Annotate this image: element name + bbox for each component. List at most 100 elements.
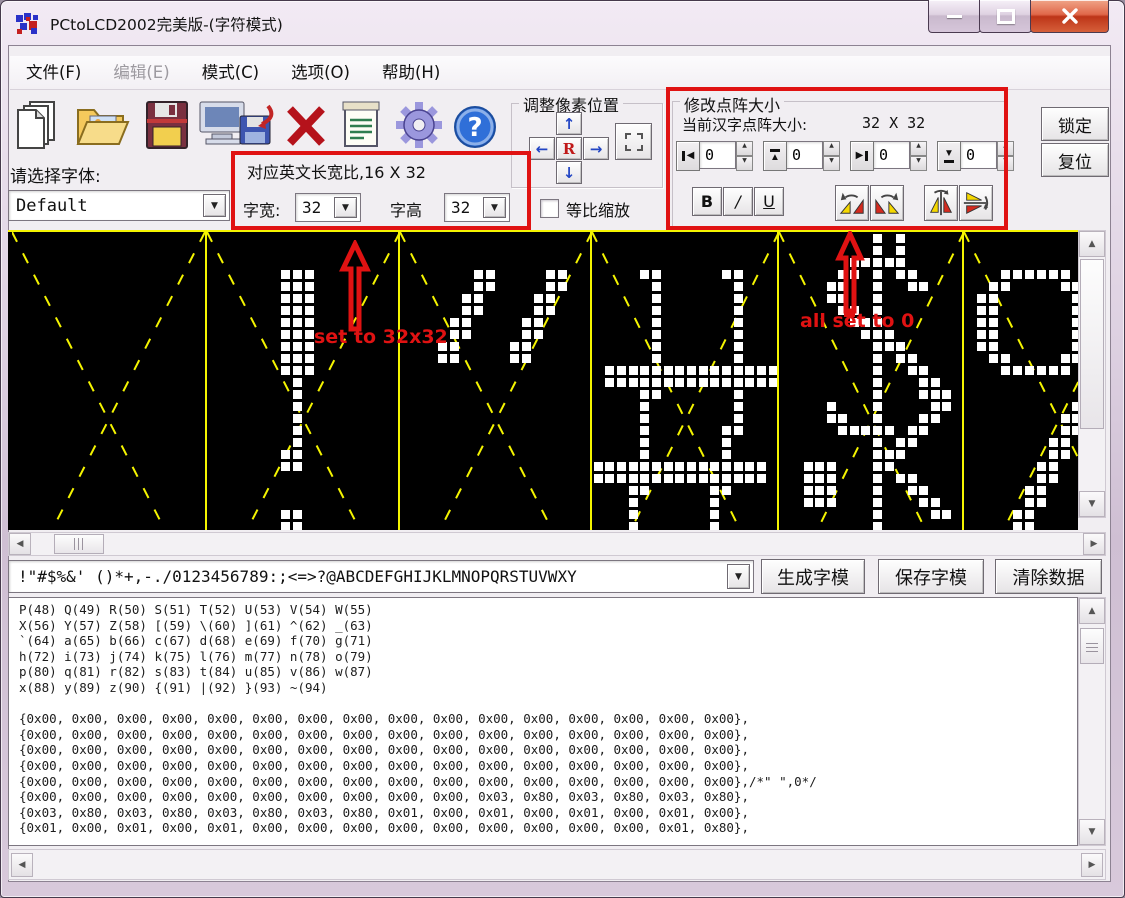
menu-item[interactable]: 编辑(E): [97, 57, 185, 89]
center-glyph-button[interactable]: [615, 123, 652, 160]
save-button-toolbar[interactable]: [144, 100, 190, 150]
edge-bottom-icon: ▼: [944, 149, 954, 163]
italic-button[interactable]: /: [723, 187, 753, 216]
char-width-arrow[interactable]: ▼: [334, 197, 357, 218]
matrix-right-spinner[interactable]: ▲▼: [910, 141, 927, 171]
matrix-bottom-spinner[interactable]: ▲▼: [997, 141, 1014, 171]
preview-pane[interactable]: [398, 232, 592, 530]
menu-item[interactable]: 帮助(H): [366, 57, 456, 89]
flip-horizontal-icon: [962, 189, 990, 217]
maximize-button[interactable]: [979, 0, 1032, 33]
output-vscroll-thumb[interactable]: [1080, 628, 1104, 664]
lock-button[interactable]: 锁定: [1041, 107, 1109, 141]
preview-vscroll-thumb[interactable]: [1080, 259, 1104, 429]
preview-hscrollbar[interactable]: ◀ ▶: [8, 532, 1106, 556]
open-file-button[interactable]: [74, 98, 132, 152]
preview-pane[interactable]: [12, 232, 205, 530]
preview-scroll-left-button[interactable]: ◀: [9, 533, 31, 555]
move-left-button[interactable]: ←: [529, 137, 555, 160]
char-height-label: 字高: [390, 197, 422, 221]
export-save-icon: [198, 98, 274, 152]
reset-button[interactable]: 复位: [1041, 143, 1109, 177]
bold-button[interactable]: B: [692, 187, 722, 216]
char-height-arrow[interactable]: ▼: [483, 197, 506, 218]
spin-up-icon[interactable]: ▲: [997, 141, 1014, 156]
spin-up-icon[interactable]: ▲: [823, 141, 840, 156]
settings-button[interactable]: [392, 98, 446, 152]
font-combo-arrow[interactable]: ▼: [203, 194, 226, 217]
spin-down-icon[interactable]: ▼: [736, 156, 753, 171]
charset-combo-arrow[interactable]: ▼: [727, 564, 750, 589]
spin-down-icon[interactable]: ▼: [823, 156, 840, 171]
preview-pane[interactable]: [777, 232, 964, 530]
output-hscrollbar[interactable]: ◀ ▶: [8, 849, 1106, 880]
preview-pane[interactable]: [962, 232, 1078, 530]
help-button[interactable]: ?: [452, 104, 498, 150]
output-vscrollbar[interactable]: ▲ ▼: [1078, 597, 1106, 846]
menu-item[interactable]: 文件(F): [10, 57, 97, 89]
arrow-left-icon: ←: [536, 140, 549, 158]
size-note-label: set to 32x32: [314, 326, 448, 348]
text-view-button[interactable]: [340, 100, 382, 150]
matrix-left-edge-button[interactable]: ◀: [676, 141, 700, 171]
underline-button[interactable]: U: [754, 187, 784, 216]
charset-combo[interactable]: !"#$%&' ()*+,-./0123456789:;<=>?@ABCDEFG…: [8, 560, 754, 593]
settings-gear-icon: [392, 98, 446, 152]
preview-scroll-right-button[interactable]: ▶: [1083, 533, 1105, 555]
spin-up-icon[interactable]: ▲: [736, 141, 753, 156]
minimize-button[interactable]: [928, 0, 981, 33]
reset-label: 复位: [1058, 148, 1092, 173]
flip-horizontal-button[interactable]: [959, 185, 993, 221]
scale-checkbox[interactable]: [540, 199, 559, 218]
underline-label: U: [763, 192, 775, 211]
save-dotmatrix-label: 保存字模: [895, 564, 967, 590]
matrix-right-edge-button[interactable]: ▶: [850, 141, 874, 171]
rotate-right-button[interactable]: [870, 185, 904, 221]
new-file-button[interactable]: [12, 98, 66, 152]
menu-item[interactable]: 选项(O): [275, 57, 366, 89]
matrix-top-spinner[interactable]: ▲▼: [823, 141, 840, 171]
matrix-right-value[interactable]: 0: [874, 141, 910, 169]
matrix-current-label: 当前汉字点阵大小:: [682, 114, 807, 135]
spin-down-icon[interactable]: ▼: [997, 156, 1014, 171]
reset-position-button[interactable]: R: [556, 137, 582, 160]
output-scroll-left-button[interactable]: ◀: [11, 853, 33, 877]
matrix-bottom-value[interactable]: 0: [961, 141, 997, 169]
matrix-left-value[interactable]: 0: [700, 141, 736, 169]
output-scroll-down-button[interactable]: ▼: [1079, 819, 1105, 845]
matrix-left-spinner[interactable]: ▲▼: [736, 141, 753, 171]
char-height-combo[interactable]: 32 ▼: [444, 193, 510, 222]
move-right-button[interactable]: →: [583, 137, 609, 160]
output-scroll-right-button[interactable]: ▶: [1081, 853, 1103, 877]
spin-up-icon[interactable]: ▲: [910, 141, 927, 156]
flip-vertical-icon: [927, 189, 955, 217]
app-icon: [14, 11, 42, 37]
matrix-bottom-edge-button[interactable]: ▼: [937, 141, 961, 171]
center-box-icon: [625, 133, 643, 151]
preview-area[interactable]: [8, 230, 1078, 530]
preview-scroll-up-button[interactable]: ▲: [1079, 231, 1105, 257]
output-text[interactable]: P(48) Q(49) R(50) S(51) T(52) U(53) V(54…: [8, 597, 1078, 846]
delete-button[interactable]: [282, 104, 330, 148]
spin-down-icon[interactable]: ▼: [910, 156, 927, 171]
matrix-top-value[interactable]: 0: [787, 141, 823, 169]
close-button[interactable]: [1030, 0, 1109, 33]
export-button[interactable]: [198, 98, 274, 152]
menu-item[interactable]: 模式(C): [186, 57, 275, 89]
output-scroll-up-button[interactable]: ▲: [1079, 598, 1105, 624]
preview-scroll-down-button[interactable]: ▼: [1079, 491, 1105, 517]
matrix-top-edge-button[interactable]: ▲: [763, 141, 787, 171]
preview-vscrollbar[interactable]: ▲ ▼: [1078, 230, 1106, 518]
char-height-value: 32: [451, 198, 470, 217]
flip-vertical-button[interactable]: [924, 185, 958, 221]
char-width-combo[interactable]: 32 ▼: [295, 193, 361, 222]
generate-button[interactable]: 生成字模: [761, 559, 865, 594]
move-up-button[interactable]: ↑: [556, 112, 582, 135]
save-dotmatrix-button[interactable]: 保存字模: [878, 559, 984, 594]
clear-data-button[interactable]: 清除数据: [995, 559, 1102, 594]
font-combo[interactable]: Default ▼: [8, 190, 230, 221]
move-down-button[interactable]: ↓: [556, 161, 582, 184]
rotate-left-button[interactable]: [835, 185, 869, 221]
preview-hscroll-thumb[interactable]: [54, 534, 104, 554]
preview-pane[interactable]: [590, 232, 779, 530]
